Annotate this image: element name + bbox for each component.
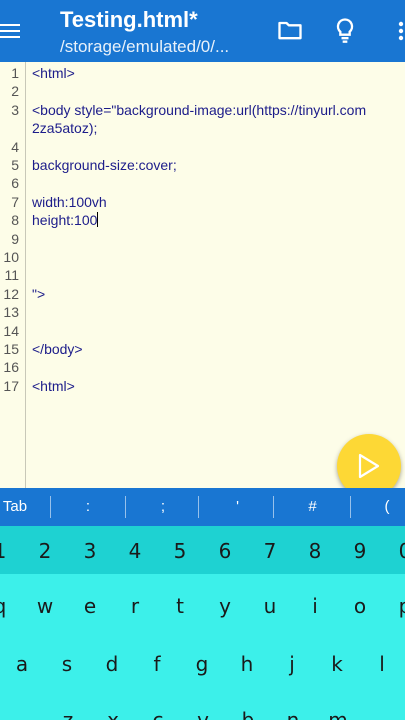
key-k[interactable]: k [322, 652, 352, 676]
key-z[interactable]: z [53, 708, 83, 720]
symbol-key[interactable]: ' [200, 488, 275, 526]
symbol-divider [198, 496, 199, 518]
symbol-key[interactable]: Tab [0, 488, 30, 526]
key-5[interactable]: 5 [165, 539, 195, 563]
line-number: 5 [11, 157, 19, 173]
file-title: Testing.html* [60, 7, 198, 32]
soft-keyboard: 1234567890 qwertyuiop asdfghjkl z x c v b n m [0, 526, 405, 720]
code-editor[interactable]: 1 2 3 4 5 6 7 8 9 10 11 12 13 14 15 16 17 <html> <body st… [0, 62, 405, 488]
key-b[interactable]: b [233, 708, 263, 720]
symbol-divider [350, 496, 351, 518]
line-number: 9 [11, 230, 19, 247]
key-6[interactable]: 6 [210, 539, 240, 563]
key-u[interactable]: u [255, 594, 285, 618]
symbol-key[interactable]: ( [352, 488, 405, 526]
code-line[interactable]: "> [32, 286, 45, 302]
key-2[interactable]: 2 [30, 539, 60, 563]
key-g[interactable]: g [187, 652, 217, 676]
line-number: 2 [11, 83, 19, 100]
folder-icon[interactable] [276, 16, 306, 46]
key-1[interactable]: 1 [0, 539, 15, 563]
symbol-bar: Tab:; ' #( [0, 488, 405, 526]
line-number: 8 [11, 212, 19, 229]
app-bar: Testing.html* /storage/emulated/0/... [0, 0, 405, 62]
line-number: 6 [11, 175, 19, 192]
key-e[interactable]: e [75, 594, 105, 618]
key-s[interactable]: s [52, 652, 82, 676]
symbol-key[interactable]: : [52, 488, 124, 526]
key-n[interactable]: n [278, 708, 308, 720]
lightbulb-icon[interactable] [331, 16, 361, 46]
line-number: 13 [3, 304, 19, 321]
line-number: 3 [11, 101, 19, 118]
key-9[interactable]: 9 [345, 539, 375, 563]
key-4[interactable]: 4 [120, 539, 150, 563]
code-line[interactable]: background-size:cover; [32, 157, 177, 173]
key-p[interactable]: p [390, 594, 405, 618]
symbol-divider [273, 496, 274, 518]
key-x[interactable]: x [98, 708, 128, 720]
key-7[interactable]: 7 [255, 539, 285, 563]
play-icon [358, 453, 380, 479]
menu-icon[interactable] [0, 14, 24, 48]
overflow-menu-icon[interactable] [392, 16, 405, 46]
line-number: 17 [3, 377, 19, 394]
line-number: 15 [3, 341, 19, 357]
code-line[interactable]: </body> [32, 341, 83, 357]
key-0[interactable]: 0 [390, 539, 405, 563]
key-h[interactable]: h [232, 652, 262, 676]
line-number: 4 [11, 138, 19, 155]
key-y[interactable]: y [210, 594, 240, 618]
text-cursor [97, 212, 99, 228]
key-a[interactable]: a [7, 652, 37, 676]
code-line[interactable]: 2za5atoz); [32, 120, 97, 136]
key-q[interactable]: q [0, 594, 15, 618]
key-j[interactable]: j [277, 652, 307, 676]
code-line[interactable]: <html> [32, 65, 75, 81]
line-number: 16 [3, 359, 19, 376]
symbol-key[interactable]: # [275, 488, 350, 526]
line-number: 1 [11, 65, 19, 81]
key-t[interactable]: t [165, 594, 195, 618]
symbol-divider [125, 496, 126, 518]
code-line[interactable]: <body style="background-image:url(https:… [32, 102, 366, 118]
symbol-key[interactable]: ; [127, 488, 199, 526]
code-line[interactable]: height:100 [32, 212, 99, 228]
key-v[interactable]: v [188, 708, 218, 720]
key-c[interactable]: c [143, 708, 173, 720]
line-number: 11 [4, 267, 19, 284]
key-m[interactable]: m [323, 708, 353, 720]
line-number: 7 [11, 193, 19, 210]
code-line[interactable]: width:100vh [32, 194, 107, 210]
line-number: 10 [3, 249, 19, 265]
key-r[interactable]: r [120, 594, 150, 618]
key-o[interactable]: o [345, 594, 375, 618]
key-i[interactable]: i [300, 594, 330, 618]
key-w[interactable]: w [30, 594, 60, 618]
key-8[interactable]: 8 [300, 539, 330, 563]
key-3[interactable]: 3 [75, 539, 105, 563]
key-f[interactable]: f [142, 652, 172, 676]
key-d[interactable]: d [97, 652, 127, 676]
code-line[interactable]: <html> [32, 378, 75, 394]
line-number: 14 [3, 322, 19, 339]
file-path: /storage/emulated/0/... [60, 37, 230, 56]
symbol-divider [50, 496, 51, 518]
key-l[interactable]: l [367, 652, 397, 676]
line-number: 12 [3, 285, 19, 302]
